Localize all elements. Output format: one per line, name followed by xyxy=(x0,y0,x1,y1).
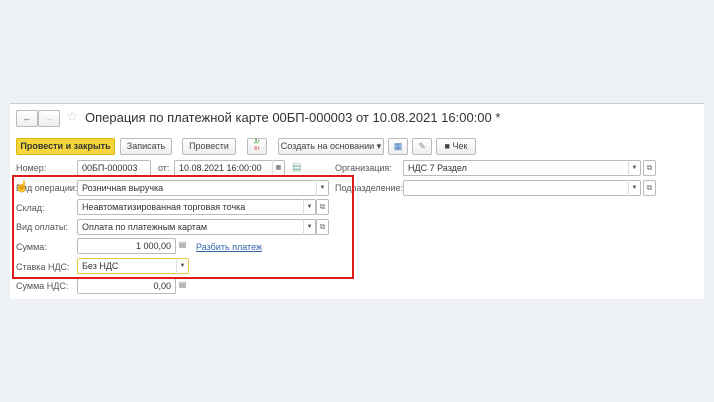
cursor-icon: ☝ xyxy=(15,181,29,193)
organization-input[interactable]: НДС 7 Раздел xyxy=(403,160,641,176)
page-title: Операция по платежной карте 00БП-000003 … xyxy=(85,110,501,125)
post-and-close-button[interactable]: Провести и закрыть xyxy=(16,138,115,155)
create-based-on-button[interactable]: Создать на основании ▾ xyxy=(278,138,384,155)
division-input[interactable] xyxy=(403,180,641,196)
structure-icon: ▦ xyxy=(393,141,403,151)
star-icon[interactable]: ☆ xyxy=(66,108,79,125)
numbering-icon[interactable]: ▤ xyxy=(292,162,301,173)
structure-button[interactable]: ▦ xyxy=(388,138,408,155)
number-label: Номер: xyxy=(16,163,47,173)
check-label: Чек xyxy=(452,141,468,151)
dtkt-button[interactable]: Дт Кт xyxy=(247,138,267,155)
open-icon[interactable]: ⧉ xyxy=(643,160,656,176)
arrow-left-icon: ← xyxy=(22,113,32,123)
attach-button[interactable]: ✎ xyxy=(412,138,432,155)
dtkt-icon: Дт Кт xyxy=(254,139,260,152)
chevron-down-icon: ▾ xyxy=(376,141,382,151)
from-label: от: xyxy=(158,163,170,173)
chevron-down-icon[interactable]: ▼ xyxy=(628,180,640,196)
organization-label: Организация: xyxy=(335,163,392,173)
chevron-down-icon[interactable]: ▼ xyxy=(628,160,640,176)
post-button[interactable]: Провести xyxy=(182,138,236,155)
save-button[interactable]: Записать xyxy=(120,138,172,155)
printer-icon: ■ xyxy=(444,141,450,151)
date-input[interactable]: 10.08.2021 16:00:00 xyxy=(174,160,285,176)
arrow-right-icon: → xyxy=(44,113,54,123)
open-icon[interactable]: ⧉ xyxy=(643,180,656,196)
number-input[interactable]: 00БП-000003 xyxy=(77,160,151,176)
calculator-icon[interactable]: ▤ xyxy=(176,278,189,294)
check-button[interactable]: ■ Чек xyxy=(436,138,476,155)
highlight-frame xyxy=(12,175,354,279)
vat-sum-label: Сумма НДС: xyxy=(16,281,69,291)
paperclip-icon: ✎ xyxy=(418,141,426,151)
back-button[interactable]: ← xyxy=(16,110,38,127)
create-based-on-label: Создать на основании xyxy=(280,141,375,151)
forward-button[interactable]: → xyxy=(38,110,60,127)
calendar-icon[interactable]: ▦ xyxy=(272,160,284,176)
vat-sum-input[interactable]: 0,00 xyxy=(77,278,176,294)
